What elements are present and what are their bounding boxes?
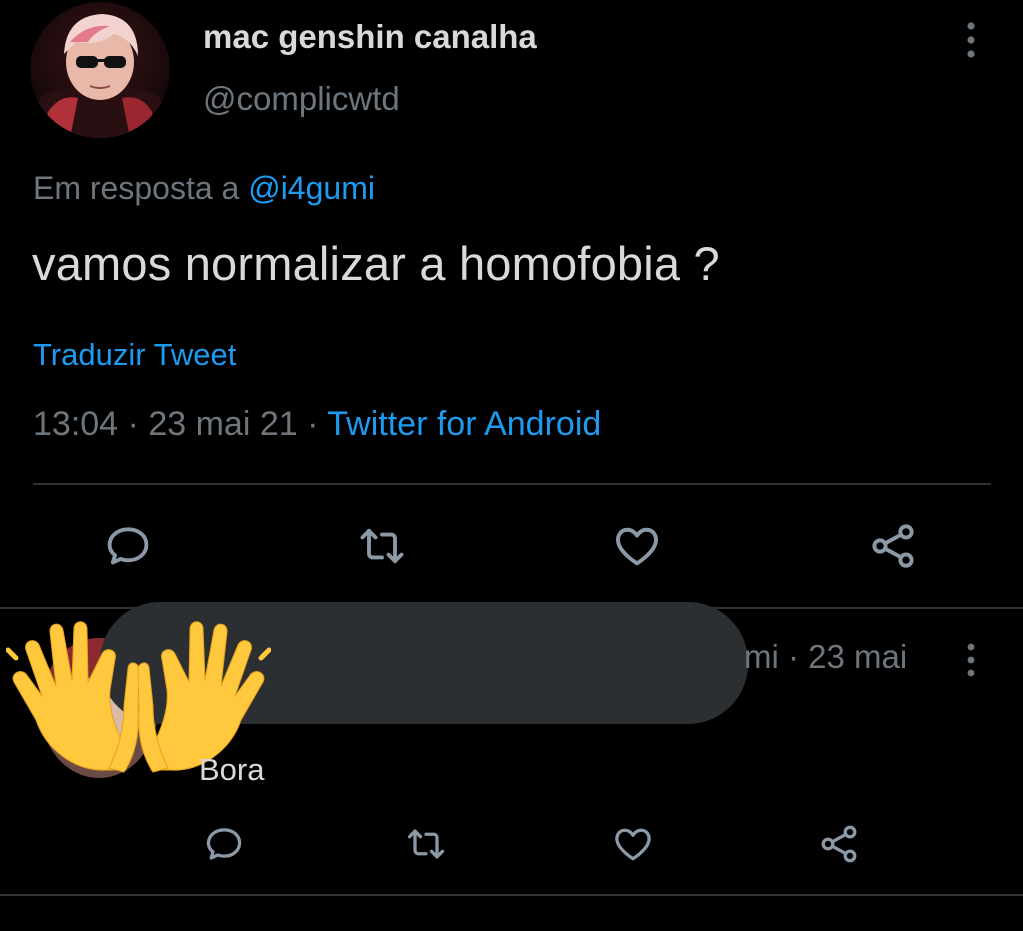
avatar-image xyxy=(30,2,170,138)
tweet-metadata: 13:04 · 23 mai 21 · Twitter for Android xyxy=(33,405,601,444)
reply-prefix: Em resposta a xyxy=(33,170,240,206)
tweet-source-link[interactable]: Twitter for Android xyxy=(327,405,601,443)
meta-separator: · xyxy=(307,405,319,443)
like-icon[interactable] xyxy=(611,520,663,572)
translate-tweet-link[interactable]: Traduzir Tweet xyxy=(33,337,236,373)
tweet-date: 23 mai 21 xyxy=(148,405,298,443)
reply-text: Bora xyxy=(199,752,265,787)
user-handle[interactable]: @complicwtd xyxy=(203,80,400,118)
reply-icon[interactable] xyxy=(202,822,246,866)
divider xyxy=(0,894,1023,896)
reply-timestamp: mi · 23 mai xyxy=(744,638,908,675)
share-icon[interactable] xyxy=(817,822,861,866)
retweet-icon[interactable] xyxy=(404,822,448,866)
more-options-icon[interactable] xyxy=(956,18,986,62)
like-icon[interactable] xyxy=(611,822,655,866)
reply-context: Em resposta a @i4gumi xyxy=(33,170,375,207)
meta-separator: · xyxy=(127,405,139,443)
retweet-icon[interactable] xyxy=(356,520,408,572)
tweet-text: vamos normalizar a homofobia ? xyxy=(32,237,720,290)
divider xyxy=(33,483,991,485)
display-name[interactable]: mac genshin canalha xyxy=(203,18,537,56)
avatar[interactable] xyxy=(30,2,170,138)
reply-icon[interactable] xyxy=(102,520,154,572)
more-options-icon[interactable] xyxy=(956,640,986,680)
reply-mention-link[interactable]: @i4gumi xyxy=(248,170,375,206)
share-icon[interactable] xyxy=(867,520,919,572)
tweet-time: 13:04 xyxy=(33,405,119,443)
